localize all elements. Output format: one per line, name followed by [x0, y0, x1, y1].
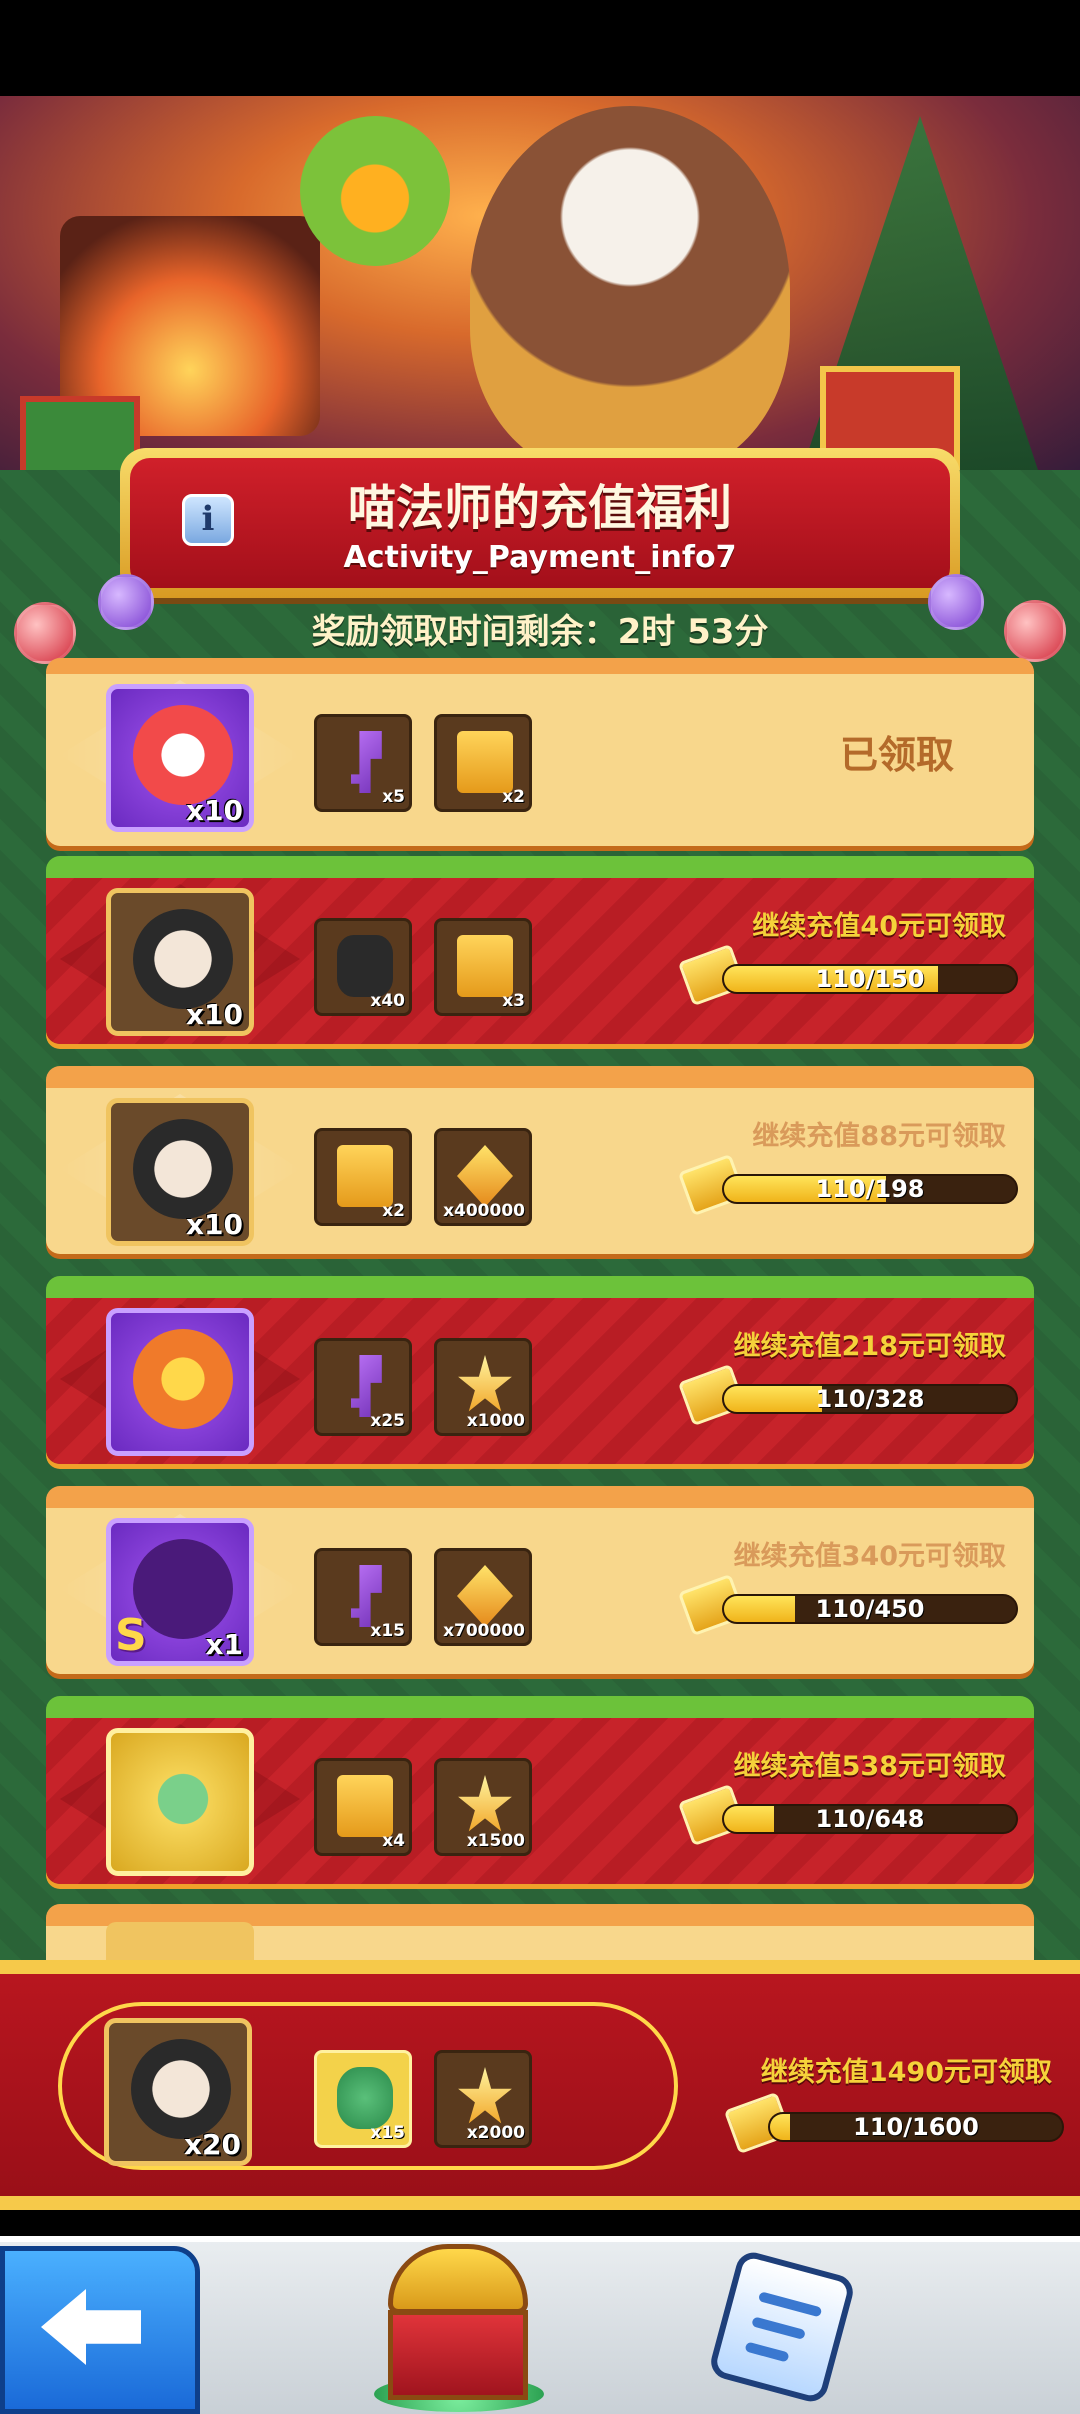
- gold-diamond-coin-icon[interactable]: x700000: [434, 1548, 532, 1646]
- back-button[interactable]: [0, 2246, 200, 2414]
- reward-count: x10: [185, 1208, 243, 1241]
- item-qty: x400000: [443, 1201, 525, 1221]
- gold-card-icon[interactable]: x4: [314, 1758, 412, 1856]
- lion-hat-icon[interactable]: x10: [106, 684, 254, 832]
- reward-row: x10 x40 x3 继续充值40元可领取 110/150: [46, 856, 1034, 1044]
- item-qty: x25: [370, 1411, 405, 1431]
- recharge-requirement: 继续充值340元可领取: [733, 1541, 1006, 1572]
- chest-lid: [388, 2244, 528, 2314]
- reward-count: x10: [185, 998, 243, 1031]
- progress-text: 110/648: [815, 1805, 925, 1833]
- item-qty: x1500: [466, 1831, 525, 1851]
- item-qty: x2: [502, 787, 525, 807]
- title-plaque: i 喵法师的充值福利 Activity_Payment_info7: [120, 448, 960, 598]
- event-banner-art: [0, 96, 1080, 496]
- recharge-requirement: 继续充值1490元可领取: [760, 2057, 1052, 2088]
- recharge-requirement: 继续充值538元可领取: [733, 1751, 1006, 1782]
- ninja-puzzle-icon[interactable]: x20: [104, 2018, 252, 2166]
- item-qty: x700000: [443, 1621, 525, 1641]
- reward-row-partial: [46, 1904, 1034, 1964]
- item-qty: x3: [502, 991, 525, 1011]
- progress-text: 110/450: [815, 1595, 925, 1623]
- progress-text: 110/328: [815, 1385, 925, 1413]
- featured-reward-bar: x20 x15 x2000 继续充值1490元可领取 110/1600: [0, 1960, 1080, 2210]
- cat-wizard-art: [470, 106, 790, 476]
- recharge-requirement: 继续充值218元可领取: [733, 1331, 1006, 1362]
- mystery-puzzle-icon[interactable]: x40: [314, 918, 412, 1016]
- gold-star-icon[interactable]: x1500: [434, 1758, 532, 1856]
- reward-row: S x1 x15 x700000 继续充值340元可领取 110/450: [46, 1486, 1034, 1674]
- gold-diamond-coin-icon[interactable]: x400000: [434, 1128, 532, 1226]
- treasure-chest-icon: [388, 2310, 528, 2400]
- treasure-chest-button[interactable]: [364, 2226, 544, 2414]
- gold-star-icon[interactable]: x1000: [434, 1338, 532, 1436]
- mystery-s-icon[interactable]: S x1: [106, 1518, 254, 1666]
- status-bar: [0, 0, 1080, 96]
- purple-key-icon[interactable]: x5: [314, 714, 412, 812]
- jade-dragon-icon[interactable]: [106, 1728, 254, 1876]
- reward-count: x1: [205, 1628, 243, 1661]
- gold-card-icon[interactable]: x2: [314, 1128, 412, 1226]
- progress-text: 110/150: [815, 965, 925, 993]
- clipboard-icon: [757, 2291, 823, 2318]
- progress-text: 110/198: [815, 1175, 925, 1203]
- back-arrow-icon: [41, 2289, 141, 2365]
- progress-bar: 110/198: [722, 1174, 1018, 1204]
- jade-dragon-icon[interactable]: x15: [314, 2050, 412, 2148]
- reward-row: x10 x2 x400000 继续充值88元可领取 110/198: [46, 1066, 1034, 1254]
- item-qty: x40: [370, 991, 405, 1011]
- progress-bar: 110/150: [722, 964, 1018, 994]
- recharge-requirement: 继续充值88元可领取: [752, 1121, 1006, 1152]
- rarity-badge: S: [115, 1610, 147, 1661]
- progress-bar: 110/648: [722, 1804, 1018, 1834]
- gold-card-icon[interactable]: x3: [434, 918, 532, 1016]
- progress-bar: 110/450: [722, 1594, 1018, 1624]
- reward-count: x10: [185, 794, 243, 827]
- purple-key-icon[interactable]: x25: [314, 1338, 412, 1436]
- progress-bar: 110/328: [722, 1384, 1018, 1414]
- reward-row: x4 x1500 继续充值538元可领取 110/648: [46, 1696, 1034, 1884]
- page-subtitle: Activity_Payment_info7: [343, 540, 737, 575]
- ninja-puzzle-icon[interactable]: x10: [106, 888, 254, 1036]
- item-qty: x2000: [466, 2123, 525, 2143]
- clipboard-line: [751, 2316, 806, 2340]
- recharge-requirement: 继续充值40元可领取: [752, 911, 1006, 942]
- reward-count: x20: [183, 2128, 241, 2161]
- item-qty: x15: [370, 1621, 405, 1641]
- remaining-time-label: 奖励领取时间剩余：2时 53分: [311, 612, 769, 652]
- progress-bar: 110/1600: [768, 2112, 1064, 2142]
- item-qty: x4: [382, 1831, 405, 1851]
- item-qty: x2: [382, 1201, 405, 1221]
- ninja-puzzle-icon[interactable]: x10: [106, 1098, 254, 1246]
- item-qty: x1000: [466, 1411, 525, 1431]
- page-title: 喵法师的充值福利: [347, 480, 732, 536]
- gold-star-icon[interactable]: x2000: [434, 2050, 532, 2148]
- reward-icon-partial: [106, 1922, 254, 1962]
- item-qty: x15: [370, 2123, 405, 2143]
- claimed-status: 已领取: [839, 733, 954, 777]
- tiger-mask-icon[interactable]: [106, 1308, 254, 1456]
- item-qty: x5: [382, 787, 405, 807]
- reward-row: x25 x1000 继续充值218元可领取 110/328: [46, 1276, 1034, 1464]
- clipboard-line: [744, 2341, 790, 2363]
- green-hat-art: [300, 116, 450, 266]
- gold-card-icon[interactable]: x2: [434, 714, 532, 812]
- reward-row: x10 x5 x2 已领取: [46, 658, 1034, 846]
- purple-key-icon[interactable]: x15: [314, 1548, 412, 1646]
- progress-text: 110/1600: [853, 2113, 979, 2141]
